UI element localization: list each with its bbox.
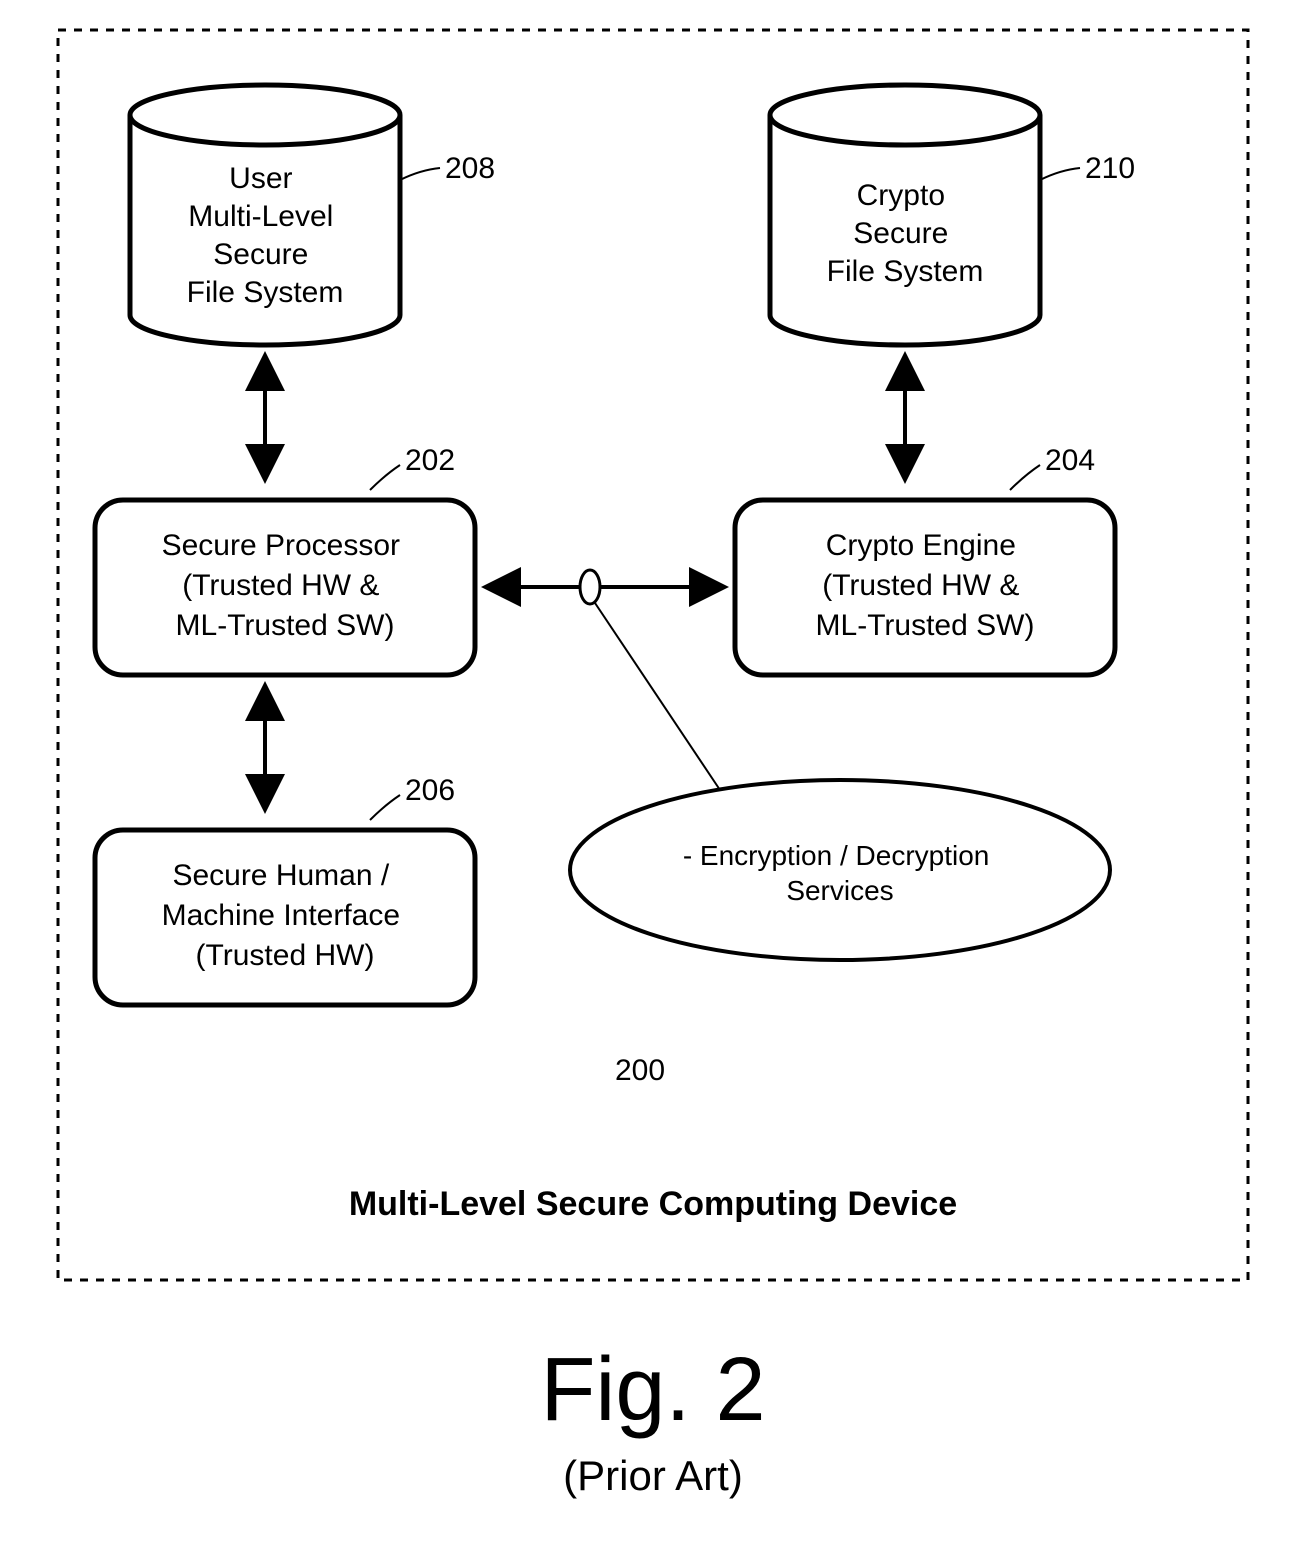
crypto-engine-box: Crypto Engine (Trusted HW & ML-Trusted S…	[735, 500, 1115, 675]
ref-204: 204	[1045, 444, 1095, 477]
svg-text:Crypto Engine (Trusted H: Crypto Engine (Trusted HW & ML-Trusted S…	[816, 529, 1035, 642]
engine-line3: ML-Trusted SW)	[816, 609, 1035, 642]
ref-206: 206	[405, 774, 455, 807]
user-file-system-db: User Multi-Level Secure File System	[130, 85, 400, 345]
services-line1: - Encryption / Decryption	[683, 840, 990, 871]
user-fs-line1: User	[229, 162, 292, 195]
secure-processor-box: Secure Processor (Trusted HW & ML-Truste…	[95, 500, 475, 675]
proc-line2: (Trusted HW &	[182, 569, 379, 602]
hmi-line2: Machine Interface	[162, 899, 400, 932]
services-ellipse: - Encryption / Decryption Services	[570, 780, 1110, 960]
proc-line3: ML-Trusted SW)	[176, 609, 395, 642]
user-fs-line2: Multi-Level	[188, 200, 333, 233]
device-caption: Multi-Level Secure Computing Device	[349, 1185, 957, 1223]
engine-line2: (Trusted HW &	[822, 569, 1019, 602]
crypto-file-system-db: Crypto Secure File System	[770, 85, 1040, 345]
services-line2: Services	[786, 875, 893, 906]
engine-line1: Crypto Engine	[826, 529, 1016, 562]
hmi-line1: Secure Human /	[172, 859, 389, 892]
ref-200: 200	[615, 1054, 665, 1087]
crypto-fs-line1: Crypto	[857, 179, 945, 212]
connector-tap-to-services	[595, 603, 720, 790]
figure-label: Fig. 2	[540, 1340, 765, 1440]
proc-line1: Secure Processor	[162, 529, 400, 562]
svg-text:Secure Human / Machine I: Secure Human / Machine Interface (Truste…	[162, 859, 409, 972]
user-fs-line4: File System	[187, 276, 344, 309]
figure-subcaption: (Prior Art)	[563, 1452, 743, 1499]
hmi-box: Secure Human / Machine Interface (Truste…	[95, 830, 475, 1005]
link-tap-marker	[580, 570, 600, 604]
crypto-fs-line2: Secure	[853, 217, 948, 250]
ref-208: 208	[445, 152, 495, 185]
user-fs-line3: Secure	[213, 238, 308, 271]
ref-210: 210	[1085, 152, 1135, 185]
crypto-fs-line3: File System	[827, 255, 984, 288]
ref-202: 202	[405, 444, 455, 477]
svg-text:Secure Processor (Truste: Secure Processor (Trusted HW & ML-Truste…	[162, 529, 409, 642]
hmi-line3: (Trusted HW)	[196, 939, 375, 972]
